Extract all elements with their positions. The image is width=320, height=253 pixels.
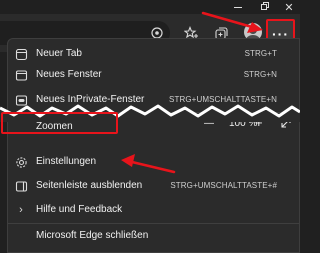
annotation-arrows — [121, 11, 263, 174]
arrow-to-settings-item — [121, 154, 176, 174]
arrow-to-more-button — [201, 11, 263, 33]
